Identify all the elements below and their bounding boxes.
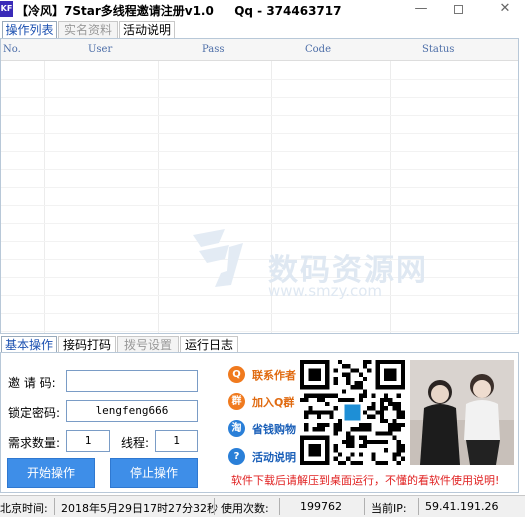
lock-password-input[interactable]: lengfeng666 [66, 400, 198, 422]
contact-author-label: 联系作者 [252, 369, 296, 382]
join-qq-group-label: 加入Q群 [252, 396, 295, 409]
window-title: 【冷风】7Star多线程邀请注册v1.0 Qq - 374463717 [16, 2, 341, 19]
demand-quantity-input[interactable]: 1 [66, 430, 110, 452]
maximize-button[interactable] [443, 0, 473, 20]
column-header-user[interactable]: User [88, 44, 112, 55]
taobao-icon: 淘 [228, 420, 245, 437]
threads-label: 线程: [121, 436, 150, 450]
table-header: No. User Pass Code Status [1, 39, 518, 61]
app-title: 【冷风】7Star多线程邀请注册v1.0 [16, 4, 214, 18]
column-header-status[interactable]: Status [422, 44, 454, 55]
time-label: 北京时间: [0, 502, 48, 515]
activity-info-label: 活动说明 [252, 451, 296, 464]
maximize-icon [453, 5, 463, 14]
uses-label: 使用次数: [221, 502, 269, 515]
title-bar[interactable]: KF 【冷风】7Star多线程邀请注册v1.0 Qq - 374463717 —… [0, 0, 525, 20]
lock-password-label: 锁定密码: [8, 406, 61, 420]
demand-quantity-label: 需求数量: [8, 436, 61, 450]
invite-code-label: 邀 请 码: [8, 376, 56, 390]
stop-button[interactable]: 停止操作 [110, 458, 198, 488]
top-tab-strip: 操作列表 实名资料 活动说明 [0, 21, 525, 39]
watermark-logo-icon [193, 229, 243, 287]
time-value: 2018年5月29日17时27分32秒 [61, 502, 218, 515]
column-header-no[interactable]: No. [3, 44, 21, 55]
watermark-url: www.smzy.com [268, 282, 383, 300]
status-bar: 北京时间: 2018年5月29日17时27分32秒 使用次数: 199762 当… [0, 495, 525, 517]
save-money-shopping-label: 省钱购物 [252, 423, 296, 436]
qq-label: Qq - 374463717 [234, 4, 342, 18]
column-header-pass[interactable]: Pass [202, 44, 225, 55]
help-icon: ? [228, 448, 245, 465]
column-header-code[interactable]: Code [305, 44, 331, 55]
minimize-icon: — [414, 1, 428, 16]
tab-activity-info[interactable]: 活动说明 [119, 21, 175, 39]
ip-value: 59.41.191.26 [425, 500, 499, 513]
minimize-button[interactable]: — [406, 0, 436, 20]
close-button[interactable]: ✕ [490, 0, 520, 20]
app-logo-icon: KF [0, 1, 13, 17]
ip-label: 当前IP: [371, 502, 407, 515]
invite-code-input[interactable] [66, 370, 198, 392]
threads-input[interactable]: 1 [155, 430, 198, 452]
uses-count: 199762 [300, 500, 342, 513]
qr-code-image [300, 360, 405, 465]
tab-operation-list[interactable]: 操作列表 [2, 21, 57, 39]
qq-group-icon: 群 [228, 393, 245, 410]
notice-text: 软件下载后请解压到桌面运行，不懂的看软件使用说明! [231, 474, 500, 487]
operation-list-table[interactable]: No. User Pass Code Status [0, 38, 519, 334]
promo-photo [410, 360, 514, 465]
close-icon: ✕ [499, 1, 511, 16]
qq-icon: Q [228, 366, 245, 383]
tab-real-name-info[interactable]: 实名资料 [58, 21, 118, 39]
start-button[interactable]: 开始操作 [7, 458, 95, 488]
